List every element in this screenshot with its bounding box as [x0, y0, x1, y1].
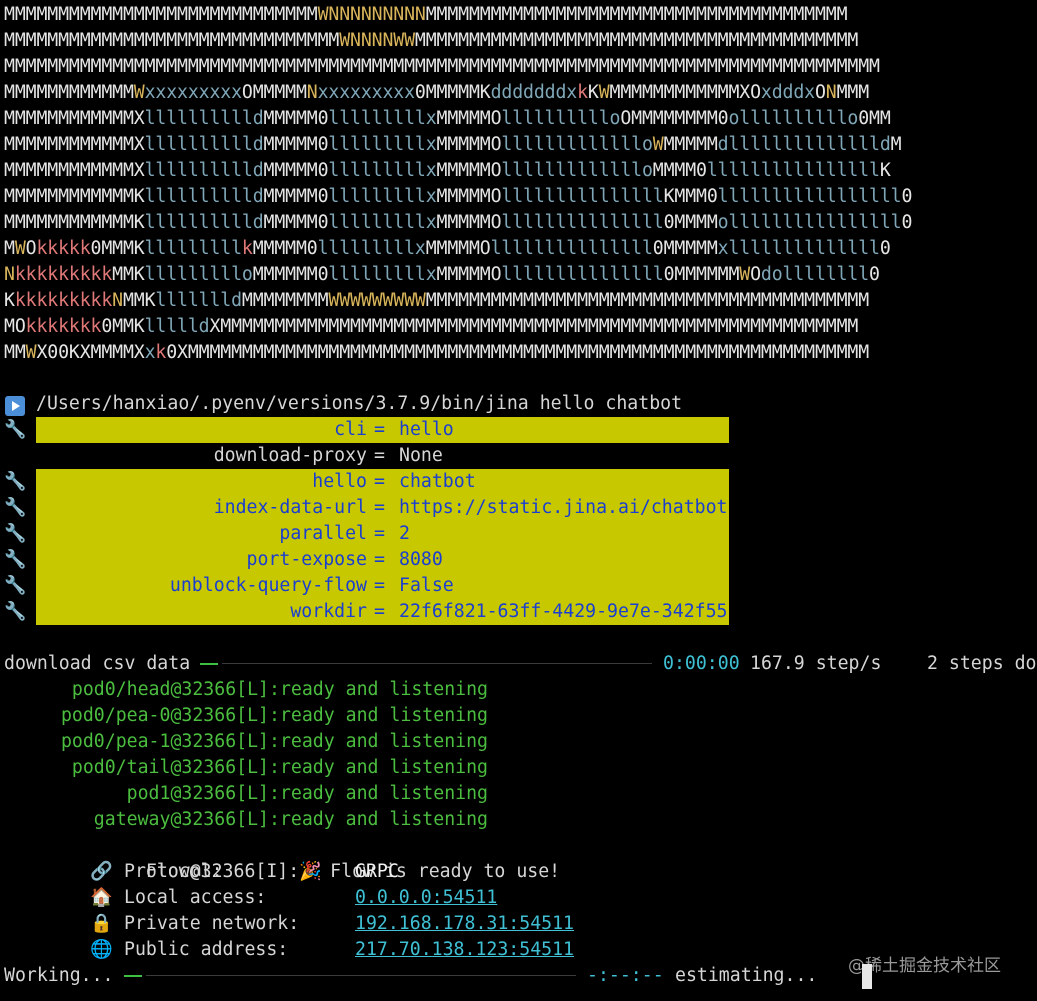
arg-equals: =: [374, 471, 385, 492]
ascii-line: MMMMMMMMMMMMXlllllllllldMMMMM0lllllllllx…: [4, 134, 902, 155]
download-label: download csv data: [4, 653, 191, 674]
arg-key: index-data-url: [213, 497, 367, 518]
arg-value: hello: [399, 419, 454, 440]
pod-status: pod0/pea-1@32366[L]:ready and listening: [60, 731, 488, 752]
download-rate: 167.9 step/s: [750, 653, 882, 674]
wrench-icon: 🔧: [4, 575, 27, 596]
arg-value: 2: [399, 523, 410, 544]
arg-equals: =: [374, 575, 385, 596]
wrench-icon: 🔧: [4, 419, 27, 440]
link-icon: 🔗: [90, 861, 113, 882]
ascii-line: MOkkkkkkk0MMKllllldXMMMMMMMMMMMMMMMMMMMM…: [4, 316, 859, 337]
wrench-icon: 🔧: [4, 523, 27, 544]
ascii-line: MMMMMMMMMMMMXlllllllllldMMMMM0lllllllllx…: [4, 160, 891, 181]
working-progress-fill: [124, 975, 142, 977]
arg-equals: =: [374, 601, 385, 622]
arg-equals: =: [374, 419, 385, 440]
wrench-icon: 🔧: [4, 497, 27, 518]
endpoint-label: Private network:: [124, 913, 300, 934]
working-status: estimating...: [675, 965, 818, 986]
pod-status: pod0/pea-0@32366[L]:ready and listening: [60, 705, 488, 726]
ascii-line: MMMMMMMMMMMMMMMMMMMMMMMMMMMMMWNNNNNNNNNM…: [4, 4, 848, 25]
download-elapsed: 0:00:00: [663, 653, 740, 674]
lock-icon: 🔒: [90, 913, 113, 934]
working-elapsed: -:--:--: [587, 965, 664, 986]
command-text: /Users/hanxiao/.pyenv/versions/3.7.9/bin…: [36, 393, 683, 414]
wrench-icon: 🔧: [4, 471, 27, 492]
endpoint-label: Public address:: [124, 939, 289, 960]
play-icon: [5, 396, 25, 416]
working-progress-track: [146, 975, 576, 976]
endpoint-label: Local access:: [124, 887, 267, 908]
wrench-icon: 🔧: [4, 549, 27, 570]
arg-value: False: [399, 575, 454, 596]
ascii-line: NkkkkkkkkkMMKllllllllloMMMMMM0lllllllllx…: [4, 264, 880, 285]
ascii-line: MMMMMMMMMMMMKlllllllllldMMMMM0lllllllllx…: [4, 212, 913, 233]
ascii-line: MMMMMMMMMMMMWxxxxxxxxxOMMMMMNxxxxxxxxx0M…: [4, 82, 869, 103]
endpoint-value: GRPC: [355, 861, 399, 882]
party-icon: 🎉: [299, 861, 322, 882]
arg-equals: =: [374, 549, 385, 570]
wrench-icon: 🔧: [4, 601, 27, 622]
pod-status: pod0/head@32366[L]:ready and listening: [71, 679, 488, 700]
pod-status: pod0/tail@32366[L]:ready and listening: [71, 757, 488, 778]
arg-equals: =: [374, 523, 385, 544]
arg-key: cli: [334, 419, 367, 440]
ascii-line: MMMMMMMMMMMMXlllllllllldMMMMM0lllllllllx…: [4, 108, 891, 129]
arg-key: workdir: [290, 601, 367, 622]
endpoint-link[interactable]: 0.0.0.0:54511: [355, 885, 497, 911]
ascii-line: KkkkkkkkkkNMMKllllllldMMMMMMMMWWWWWWWWWM…: [4, 290, 869, 311]
working-label: Working...: [4, 965, 114, 986]
download-steps: 2 steps do: [927, 653, 1037, 674]
arg-equals: =: [374, 445, 385, 466]
arg-value: 22f6f821-63ff-4429-9e7e-342f55: [399, 601, 728, 622]
arg-value: chatbot: [399, 471, 476, 492]
ascii-line: MMMMMMMMMMMMMMMMMMMMMMMMMMMMMMMMMMMMMMMM…: [4, 56, 880, 77]
flow-ready-line: Flow@32366[I]:🎉 Flow is ready to use!: [124, 833, 560, 882]
ascii-line: MMWX00KXMMMMXxk0XMMMMMMMMMMMMMMMMMMMMMMM…: [4, 342, 869, 363]
ascii-line: MMMMMMMMMMMMKlllllllllldMMMMM0lllllllllx…: [4, 186, 913, 207]
arg-key: hello: [312, 471, 367, 492]
terminal-cursor: [862, 964, 872, 989]
arg-key: port-expose: [246, 549, 367, 570]
arg-key: unblock-query-flow: [169, 575, 367, 596]
pod-status: pod1@32366[L]:ready and listening: [126, 783, 488, 804]
globe-icon: 🌐: [90, 939, 113, 960]
endpoint-label: Protocol:: [124, 861, 223, 882]
download-progress-fill: [200, 663, 218, 665]
arg-value: None: [399, 445, 443, 466]
arg-key: download-proxy: [213, 445, 367, 466]
arg-value: 8080: [399, 549, 443, 570]
arg-key: parallel: [279, 523, 367, 544]
download-progress-track: [222, 663, 652, 664]
arg-value: https://static.jina.ai/chatbot: [399, 497, 728, 518]
arg-equals: =: [374, 497, 385, 518]
endpoint-link[interactable]: 192.168.178.31:54511: [355, 911, 574, 937]
endpoint-link[interactable]: 217.70.138.123:54511: [355, 937, 574, 963]
house-icon: 🏠: [90, 887, 113, 908]
ascii-line: MMMMMMMMMMMMMMMMMMMMMMMMMMMMMMMWNNNNWWMM…: [4, 30, 859, 51]
pod-status: gateway@32366[L]:ready and listening: [93, 809, 488, 830]
ascii-line: MWOkkkkk0MMMKlllllllllkMMMMM0lllllllllxM…: [4, 238, 891, 259]
